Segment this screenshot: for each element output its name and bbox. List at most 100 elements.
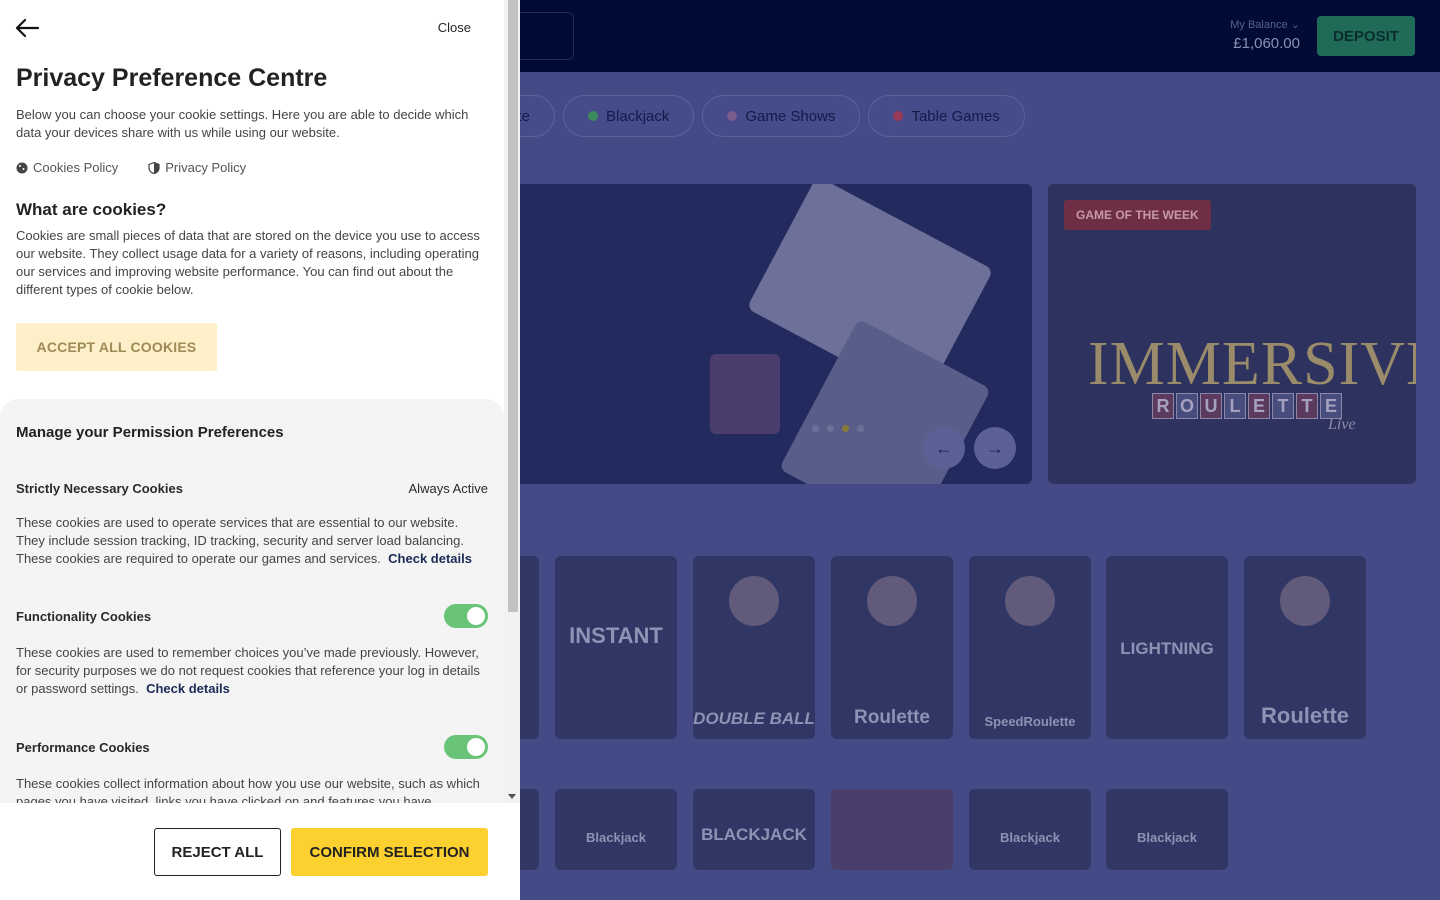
toggle-knob bbox=[467, 738, 485, 756]
blackjack-icon bbox=[588, 111, 599, 121]
search-box[interactable] bbox=[520, 12, 574, 60]
check-details-link[interactable]: Check details bbox=[146, 681, 230, 696]
chip-label: Blackjack bbox=[606, 107, 670, 125]
game-tile-label: BLACKJACK bbox=[701, 825, 807, 844]
carousel-dots[interactable] bbox=[812, 425, 864, 432]
game-shows-icon bbox=[727, 111, 738, 121]
chip-game-shows[interactable]: Game Shows bbox=[702, 95, 861, 137]
performance-name: Performance Cookies bbox=[16, 740, 150, 755]
permission-preferences: Manage your Permission Preferences Stric… bbox=[0, 399, 504, 803]
always-active-status: Always Active bbox=[408, 481, 488, 496]
game-tile[interactable]: Blackjack bbox=[555, 789, 677, 870]
accept-all-cookies-button[interactable]: ACCEPT ALL COOKIES bbox=[16, 323, 217, 371]
game-tile-label: DOUBLE BALL bbox=[693, 709, 815, 728]
game-tile[interactable]: Blackjack bbox=[1106, 789, 1228, 870]
letter-tile: R bbox=[1152, 393, 1174, 419]
panel-footer: REJECT ALL CONFIRM SELECTION bbox=[0, 803, 520, 900]
cookies-policy-label: Cookies Policy bbox=[33, 160, 119, 175]
carousel-dot[interactable] bbox=[812, 425, 819, 432]
game-tile-label: SpeedRoulette bbox=[984, 714, 1076, 729]
game-of-week-badge: GAME OF THE WEEK bbox=[1064, 200, 1211, 230]
game-tile[interactable] bbox=[831, 789, 953, 870]
poker-chips-image bbox=[710, 354, 780, 434]
shield-icon bbox=[148, 161, 160, 174]
letter-tile: E bbox=[1248, 393, 1270, 419]
arrow-left-icon: ← bbox=[935, 437, 953, 458]
strictly-necessary-row: Strictly Necessary Cookies Always Active… bbox=[16, 481, 488, 566]
strictly-necessary-desc: These cookies are used to operate servic… bbox=[16, 514, 488, 568]
scrollbar-thumb[interactable] bbox=[508, 0, 518, 612]
game-tile[interactable]: Blackjack bbox=[969, 789, 1091, 870]
letter-tile: O bbox=[1176, 393, 1198, 419]
deposit-button[interactable]: DEPOSIT bbox=[1317, 16, 1415, 56]
confirm-selection-button[interactable]: CONFIRM SELECTION bbox=[291, 828, 488, 876]
functionality-row: Functionality Cookies These cookies are … bbox=[16, 604, 488, 696]
balance-display[interactable]: My Balance ⌄ £1,060.00 bbox=[1230, 18, 1300, 52]
chevron-down-icon: ⌄ bbox=[1290, 19, 1300, 31]
carousel-dot[interactable] bbox=[857, 425, 864, 432]
chip-label: Table Games bbox=[911, 107, 1000, 125]
dealer-image bbox=[1005, 576, 1055, 626]
game-tile-label: Roulette bbox=[854, 707, 930, 728]
privacy-policy-link[interactable]: Privacy Policy bbox=[148, 160, 246, 175]
privacy-policy-label: Privacy Policy bbox=[165, 160, 247, 175]
game-of-week-subtitle: R O U L E T T E bbox=[1152, 393, 1342, 419]
game-tile-label: Blackjack bbox=[1137, 830, 1197, 845]
letter-tile: U bbox=[1200, 393, 1222, 419]
reject-all-button[interactable]: REJECT ALL bbox=[154, 828, 281, 876]
performance-row: Performance Cookies These cookies collec… bbox=[16, 735, 488, 803]
game-tile[interactable]: SpeedRoulette bbox=[969, 556, 1091, 739]
close-link[interactable]: Close bbox=[438, 20, 471, 35]
dealer-image bbox=[1280, 576, 1330, 626]
panel-scroll-area[interactable]: Close Privacy Preference Centre Below yo… bbox=[0, 0, 504, 803]
letter-tile: T bbox=[1272, 393, 1294, 419]
dealer-image bbox=[729, 576, 779, 626]
panel-intro: Below you can choose your cookie setting… bbox=[16, 107, 469, 140]
game-tile[interactable]: DOUBLE BALL bbox=[693, 556, 815, 739]
what-are-cookies-text: Cookies are small pieces of data that ar… bbox=[16, 228, 480, 297]
functionality-name: Functionality Cookies bbox=[16, 609, 152, 624]
permission-preferences-heading: Manage your Permission Preferences bbox=[16, 424, 284, 441]
letter-tile: T bbox=[1296, 393, 1318, 419]
toggle-knob bbox=[467, 607, 485, 625]
cookie-icon bbox=[16, 162, 28, 173]
game-of-week-title: IMMERSIVE bbox=[1088, 330, 1416, 398]
category-chips: ette Blackjack Game Shows Table Games bbox=[480, 95, 1025, 137]
what-are-cookies-heading: What are cookies? bbox=[16, 200, 167, 219]
game-tile-label: LIGHTNING bbox=[1120, 639, 1214, 658]
letter-tile: L bbox=[1224, 393, 1246, 419]
game-of-the-week-banner[interactable]: GAME OF THE WEEK IMMERSIVE R O U L E T T… bbox=[1048, 184, 1416, 484]
performance-desc: These cookies collect information about … bbox=[16, 776, 480, 803]
game-tile[interactable]: Roulette bbox=[1244, 556, 1366, 739]
functionality-desc-text: These cookies are used to remember choic… bbox=[16, 645, 480, 696]
panel-title: Privacy Preference Centre bbox=[16, 64, 328, 92]
back-arrow-icon[interactable] bbox=[14, 17, 40, 39]
game-tile[interactable]: BLACKJACK bbox=[693, 789, 815, 870]
dealer-image bbox=[867, 576, 917, 626]
cookies-policy-link[interactable]: Cookies Policy bbox=[16, 160, 118, 175]
carousel-dot[interactable] bbox=[827, 425, 834, 432]
game-tile[interactable]: INSTANT bbox=[555, 556, 677, 739]
balance-amount: £1,060.00 bbox=[1233, 35, 1300, 52]
chip-blackjack[interactable]: Blackjack bbox=[563, 95, 695, 137]
arrow-right-icon: → bbox=[986, 437, 1004, 458]
chip-table-games[interactable]: Table Games bbox=[868, 95, 1025, 137]
carousel-next-button[interactable]: → bbox=[974, 427, 1016, 469]
table-games-icon bbox=[893, 111, 904, 121]
game-tile[interactable]: LIGHTNING bbox=[1106, 556, 1228, 739]
carousel-dot[interactable] bbox=[842, 425, 849, 432]
performance-toggle[interactable] bbox=[444, 735, 488, 759]
functionality-toggle[interactable] bbox=[444, 604, 488, 628]
scroll-down-arrow-icon[interactable] bbox=[508, 794, 516, 799]
chip-label: Game Shows bbox=[745, 107, 836, 125]
check-details-link[interactable]: Check details bbox=[388, 551, 472, 566]
game-tile-label: Blackjack bbox=[1000, 830, 1060, 845]
game-tile-label: Roulette bbox=[1261, 703, 1349, 728]
panel-scrollbar[interactable] bbox=[504, 0, 520, 803]
carousel-prev-button[interactable]: ← bbox=[923, 427, 965, 469]
game-tile[interactable]: Roulette bbox=[831, 556, 953, 739]
game-tile-label: INSTANT bbox=[569, 623, 663, 648]
privacy-preference-panel: Close Privacy Preference Centre Below yo… bbox=[0, 0, 520, 900]
balance-label: My Balance ⌄ bbox=[1230, 19, 1300, 31]
policy-links: Cookies Policy Privacy Policy bbox=[16, 160, 246, 175]
